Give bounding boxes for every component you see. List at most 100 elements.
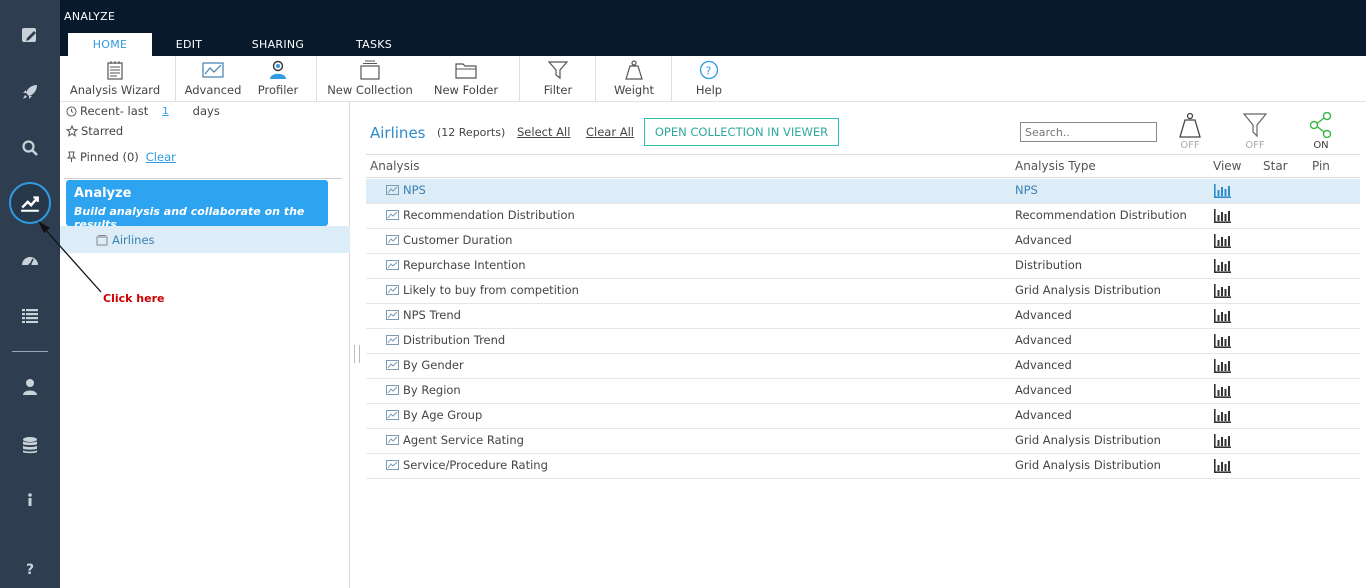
view-bar-chart-icon[interactable] <box>1213 284 1231 301</box>
advanced-label: Advanced <box>184 83 242 97</box>
analysis-name-cell[interactable]: By Gender <box>386 358 464 372</box>
share-toggle[interactable]: ON <box>1301 112 1341 154</box>
analysis-name-cell[interactable]: NPS <box>386 183 426 197</box>
ribbon-separator <box>175 56 176 102</box>
user-icon[interactable] <box>0 367 60 407</box>
analysis-name-cell[interactable]: Customer Duration <box>386 233 512 247</box>
database-icon[interactable] <box>0 425 60 465</box>
table-row[interactable]: Repurchase Intention Distribution <box>366 254 1360 279</box>
advanced-chart-icon <box>202 59 224 81</box>
collection-title: Airlines <box>370 124 426 142</box>
table-row[interactable]: Recommendation Distribution Recommendatio… <box>366 204 1360 229</box>
recent-days-input[interactable]: 1 <box>162 106 168 117</box>
profiler-button[interactable]: Profiler <box>252 56 304 100</box>
filter-toggle[interactable]: OFF <box>1235 112 1275 154</box>
analysis-type: NPS <box>1015 183 1038 197</box>
analysis-name-cell[interactable]: Likely to buy from competition <box>386 283 579 297</box>
folder-icon <box>455 59 477 81</box>
analysis-chart-icon <box>386 210 399 220</box>
panel-splitter-handle[interactable] <box>354 345 360 363</box>
ribbon-toolbar: Analysis Wizard Advanced Profiler New Co… <box>60 56 1366 102</box>
analysis-name[interactable]: By Gender <box>403 358 464 372</box>
table-row[interactable]: Customer Duration Advanced <box>366 229 1360 254</box>
analysis-chart-icon <box>386 335 399 345</box>
column-pin: Pin <box>1312 159 1330 173</box>
analysis-name-cell[interactable]: Repurchase Intention <box>386 258 526 272</box>
view-bar-chart-icon[interactable] <box>1213 434 1231 451</box>
advanced-button[interactable]: Advanced <box>182 56 244 100</box>
analysis-name-cell[interactable]: Recommendation Distribution <box>386 208 575 222</box>
view-bar-chart-icon[interactable] <box>1213 334 1231 351</box>
analysis-name[interactable]: Repurchase Intention <box>403 258 526 272</box>
weight-button[interactable]: Weight <box>604 56 664 100</box>
select-all-link[interactable]: Select All <box>517 125 570 139</box>
column-analysis-type[interactable]: Analysis Type <box>1015 159 1096 173</box>
view-bar-chart-icon[interactable] <box>1213 259 1231 276</box>
view-bar-chart-icon[interactable] <box>1213 459 1231 476</box>
table-row[interactable]: Likely to buy from competition Grid Analy… <box>366 279 1360 304</box>
analysis-chart-icon <box>386 260 399 270</box>
click-here-annotation: Click here <box>103 292 165 305</box>
filter-toggle-state: OFF <box>1245 140 1265 151</box>
table-row[interactable]: Agent Service Rating Grid Analysis Distri… <box>366 429 1360 454</box>
analysis-name[interactable]: By Age Group <box>403 408 482 422</box>
view-bar-chart-icon[interactable] <box>1213 209 1231 226</box>
analysis-chart-icon <box>386 360 399 370</box>
table-row[interactable]: NPS Trend Advanced <box>366 304 1360 329</box>
new-folder-button[interactable]: New Folder <box>428 56 504 100</box>
annotation-arrow-icon <box>38 221 102 293</box>
open-collection-button[interactable]: OPEN COLLECTION IN VIEWER <box>644 118 839 146</box>
analysis-name-cell[interactable]: By Age Group <box>386 408 482 422</box>
analysis-name-cell[interactable]: By Region <box>386 383 461 397</box>
analysis-name[interactable]: Recommendation Distribution <box>403 208 575 222</box>
tab-edit[interactable]: EDIT <box>160 33 218 56</box>
analysis-type: Grid Analysis Distribution <box>1015 458 1161 472</box>
new-collection-button[interactable]: New Collection <box>324 56 416 100</box>
search-input[interactable] <box>1020 122 1157 142</box>
view-bar-chart-icon[interactable] <box>1213 184 1231 201</box>
table-row[interactable]: Service/Procedure Rating Grid Analysis Di… <box>366 454 1360 479</box>
analysis-name-cell[interactable]: NPS Trend <box>386 308 461 322</box>
share-icon <box>1309 112 1332 138</box>
analysis-name[interactable]: Distribution Trend <box>403 333 505 347</box>
clear-all-link[interactable]: Clear All <box>586 125 634 139</box>
collection-label: Airlines <box>112 232 155 247</box>
analysis-name[interactable]: Likely to buy from competition <box>403 283 579 297</box>
filter-button[interactable]: Filter <box>530 56 586 100</box>
clear-pinned-link[interactable]: Clear <box>146 150 176 164</box>
help-button[interactable]: ? Help <box>682 56 736 100</box>
analysis-name[interactable]: NPS <box>403 183 426 197</box>
analysis-type: Recommendation Distribution <box>1015 208 1187 222</box>
rail-divider <box>12 351 48 352</box>
analysis-name[interactable]: Agent Service Rating <box>403 433 524 447</box>
analysis-name[interactable]: By Region <box>403 383 461 397</box>
analysis-name[interactable]: Service/Procedure Rating <box>403 458 548 472</box>
analysis-name-cell[interactable]: Distribution Trend <box>386 333 505 347</box>
table-header: Analysis Analysis Type View Star Pin <box>366 154 1360 178</box>
analysis-name[interactable]: NPS Trend <box>403 308 461 322</box>
help-icon[interactable]: ? <box>0 548 60 588</box>
view-bar-chart-icon[interactable] <box>1213 384 1231 401</box>
table-row[interactable]: By Region Advanced <box>366 379 1360 404</box>
tab-tasks[interactable]: TASKS <box>342 33 406 56</box>
analysis-name-cell[interactable]: Service/Procedure Rating <box>386 458 548 472</box>
svg-text:?: ? <box>706 65 712 78</box>
table-row[interactable]: NPS NPS <box>366 179 1360 204</box>
view-bar-chart-icon[interactable] <box>1213 409 1231 426</box>
table-row[interactable]: By Age Group Advanced <box>366 404 1360 429</box>
info-icon[interactable] <box>0 480 60 520</box>
ribbon-separator <box>671 56 672 102</box>
view-bar-chart-icon[interactable] <box>1213 309 1231 326</box>
analysis-name[interactable]: Customer Duration <box>403 233 512 247</box>
analysis-name-cell[interactable]: Agent Service Rating <box>386 433 524 447</box>
list-icon[interactable] <box>0 295 60 335</box>
weight-toggle[interactable]: OFF <box>1170 112 1210 154</box>
tab-sharing[interactable]: SHARING <box>238 33 318 56</box>
column-analysis[interactable]: Analysis <box>370 159 419 173</box>
table-row[interactable]: Distribution Trend Advanced <box>366 329 1360 354</box>
view-bar-chart-icon[interactable] <box>1213 359 1231 376</box>
filter-toggle-icon <box>1243 113 1267 138</box>
table-row[interactable]: By Gender Advanced <box>366 354 1360 379</box>
view-bar-chart-icon[interactable] <box>1213 234 1231 251</box>
analysis-chart-icon <box>386 410 399 420</box>
